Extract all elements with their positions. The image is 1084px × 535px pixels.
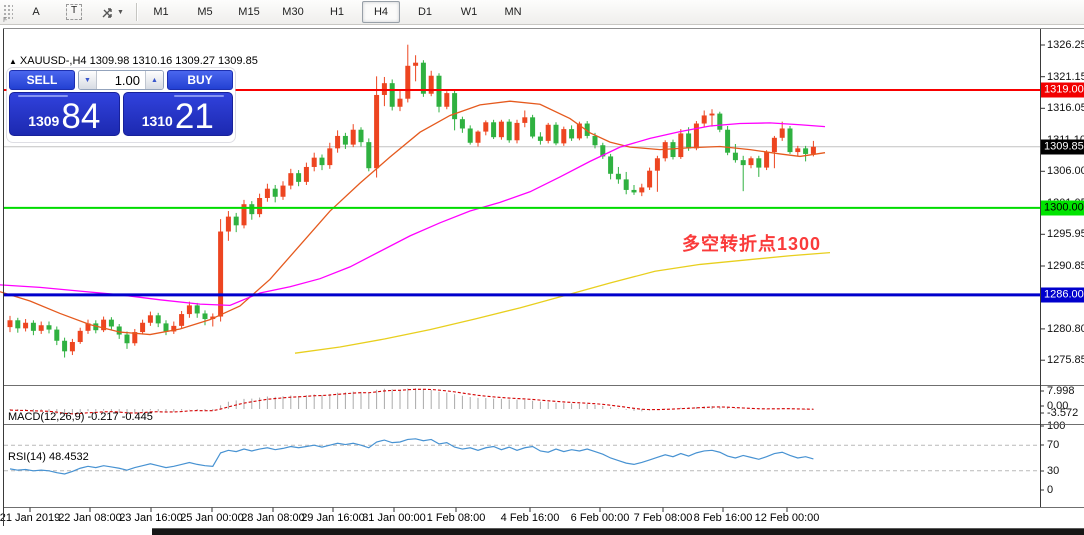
buy-price-box[interactable]: 1310 21 xyxy=(122,92,233,136)
timeframe-button-m15[interactable]: M15 xyxy=(230,1,268,23)
buy-underline xyxy=(174,95,224,97)
timeframe-button-h4[interactable]: H4 xyxy=(362,1,400,23)
volume-decrease-button[interactable]: ▼ xyxy=(79,71,97,89)
macd-label: MACD(12,26,9) -0.217 -0.445 xyxy=(8,411,153,423)
timeframe-button-mn[interactable]: MN xyxy=(494,1,532,23)
sell-button[interactable]: SELL xyxy=(9,70,75,90)
timeframe-button-m1[interactable]: M1 xyxy=(142,1,180,23)
text-tool-button[interactable]: T xyxy=(55,1,93,23)
timeframe-group: M1 M5 M15 M30 H1 H4 D1 W1 MN xyxy=(142,1,532,23)
buy-price-big: 21 xyxy=(174,97,214,136)
symbol-ohlc-header: ▲ XAUUSD-,H4 1309.98 1310.16 1309.27 1309… xyxy=(9,55,258,67)
volume-input[interactable]: 1.00 xyxy=(97,71,145,89)
timeframe-button-d1[interactable]: D1 xyxy=(406,1,444,23)
sell-price-big: 84 xyxy=(61,97,101,136)
chart-window: ▲ XAUUSD-,H4 1309.98 1310.16 1309.27 1309… xyxy=(0,24,1084,534)
cursor-tool-button[interactable]: ▼ xyxy=(93,1,131,23)
buy-price-small: 1310 xyxy=(141,113,173,129)
price-badge: 1319.00 xyxy=(1041,82,1084,98)
timeframe-button-m5[interactable]: M5 xyxy=(186,1,224,23)
chart-annotation: 多空转折点1300 xyxy=(682,234,822,254)
sell-price-small: 1309 xyxy=(28,113,60,129)
toolbar-separator xyxy=(136,3,137,21)
price-badge: 1309.85 xyxy=(1041,139,1084,155)
buy-button[interactable]: BUY xyxy=(167,70,233,90)
volume-increase-button[interactable]: ▲ xyxy=(145,71,163,89)
one-click-trade-panel: SELL ▼ 1.00 ▲ BUY 1309 84 1310 21 xyxy=(7,68,235,142)
chevron-down-icon: ▼ xyxy=(117,8,124,16)
font-tool-button[interactable]: A xyxy=(17,1,55,23)
price-badge: 1300.00 xyxy=(1041,200,1084,216)
text-tool-icon: T xyxy=(66,4,82,20)
volume-stepper: ▼ 1.00 ▲ xyxy=(78,70,164,90)
timeframe-button-w1[interactable]: W1 xyxy=(450,1,488,23)
sell-price-box[interactable]: 1309 84 xyxy=(9,92,120,136)
diagonal-arrows-icon xyxy=(102,7,112,18)
timeframe-button-h1[interactable]: H1 xyxy=(318,1,356,23)
top-toolbar: F A T ▼ M1 M5 M15 M30 H1 H4 D1 W1 MN xyxy=(0,0,1084,25)
price-badge: 1286.00 xyxy=(1041,287,1084,303)
toolbar-drag-handle[interactable]: F xyxy=(3,4,13,24)
sell-underline xyxy=(18,95,68,97)
timeframe-button-m30[interactable]: M30 xyxy=(274,1,312,23)
symbol-collapse-icon: ▲ xyxy=(9,57,17,66)
rsi-label: RSI(14) 48.4532 xyxy=(8,451,89,463)
